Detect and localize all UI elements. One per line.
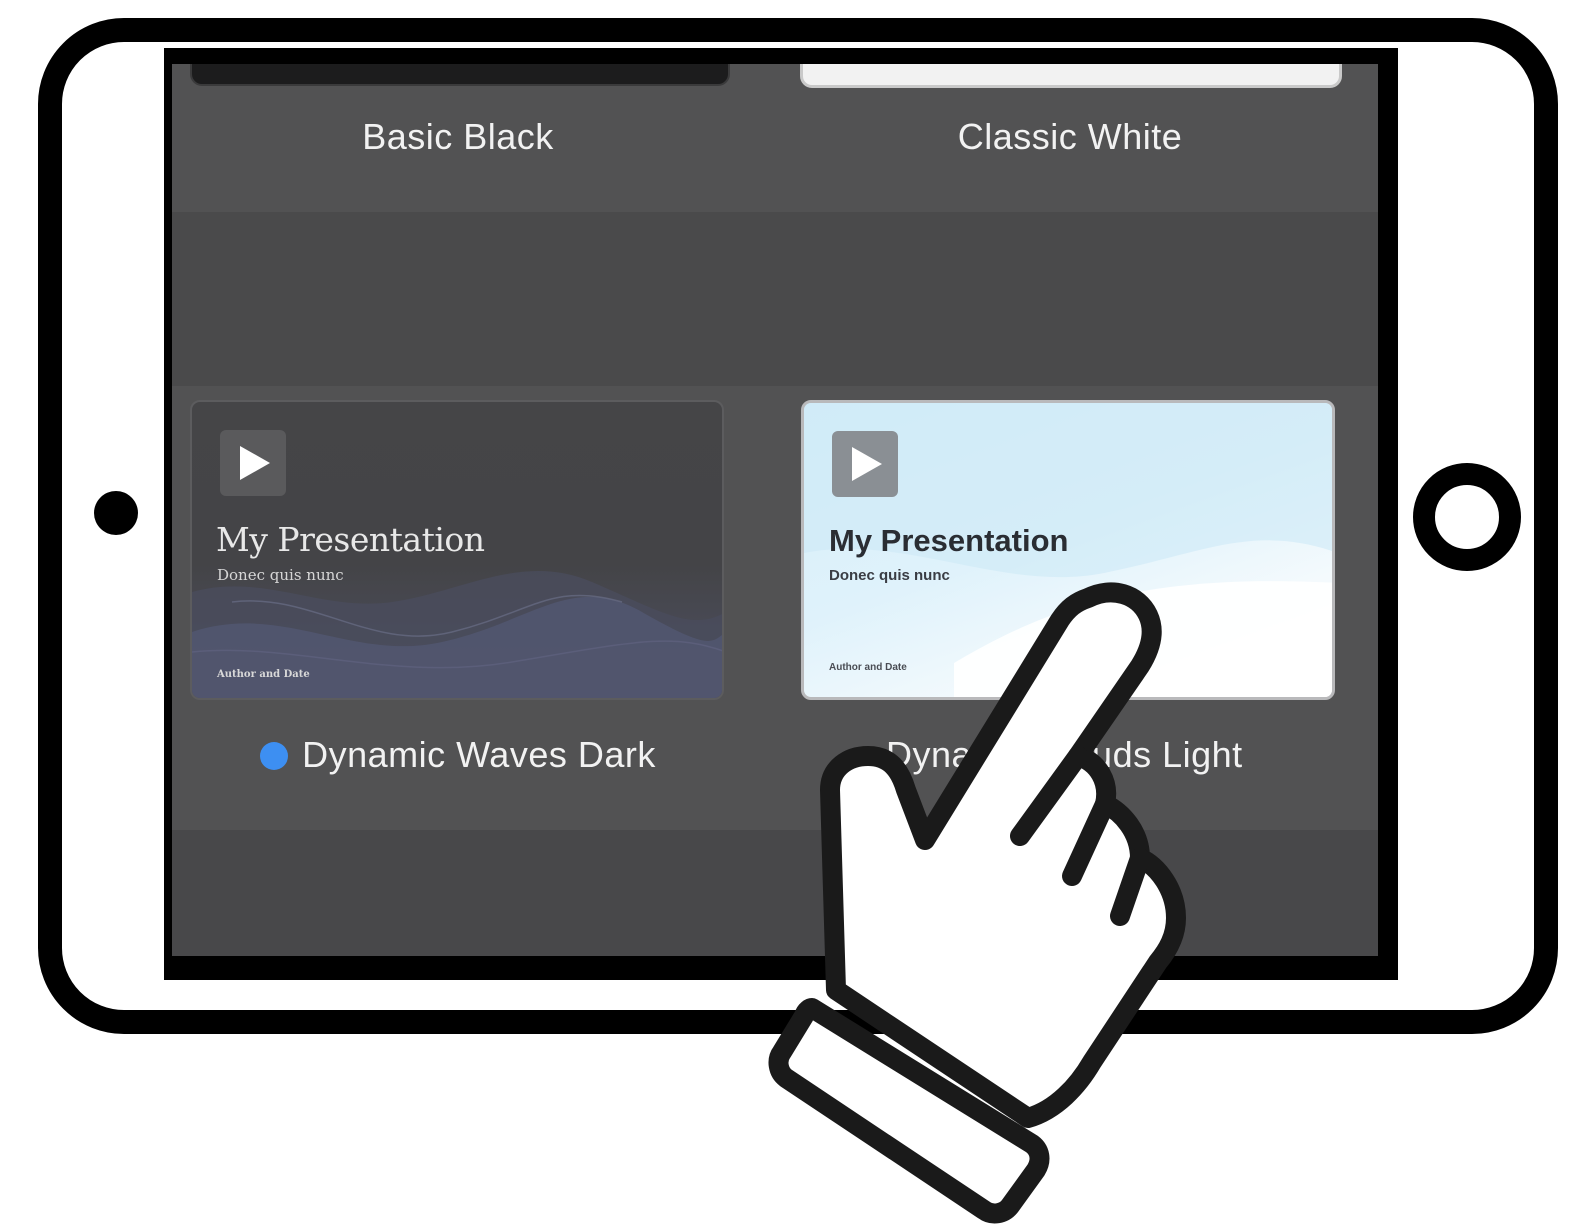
illustration: Basic Black Classic White My Presentatio…	[0, 0, 1591, 1230]
pointing-hand-icon	[768, 582, 1186, 1224]
